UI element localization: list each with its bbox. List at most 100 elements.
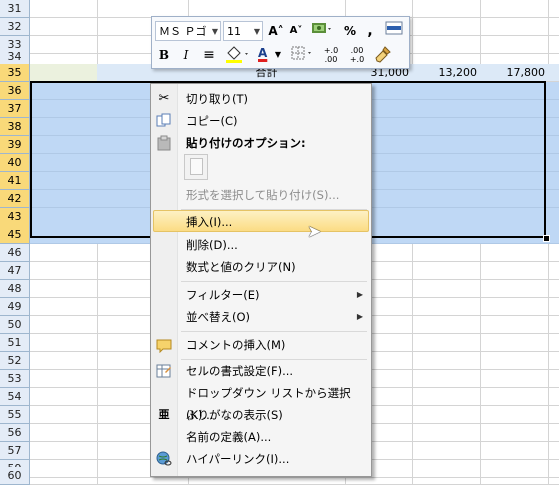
menu-item-cut[interactable]: ✂ 切り取り(T) — [153, 88, 369, 110]
menu-separator — [181, 281, 367, 282]
row-header[interactable]: 47 — [0, 262, 30, 280]
menu-item-paste-options-header: 貼り付けのオプション: — [153, 132, 369, 154]
row-header[interactable]: 50 — [0, 316, 30, 334]
menu-item-label: セルの書式設定(F)... — [186, 364, 294, 378]
context-menu: ✂ 切り取り(T) コピー(C) 貼り付けのオプション: 形式を選択して貼り付け… — [150, 83, 372, 477]
merge-center-icon — [385, 21, 403, 35]
menu-item-label: フィルター(E) — [186, 288, 260, 302]
fill-handle[interactable] — [543, 235, 550, 242]
row-header[interactable]: 40 — [0, 154, 30, 172]
row-header[interactable]: 45 — [0, 226, 30, 244]
submenu-arrow-icon: ▶ — [356, 312, 363, 321]
menu-item-label: 挿入(I)... — [186, 215, 233, 229]
font-color-button[interactable]: A ▼ — [255, 45, 283, 65]
chevron-down-icon: ▼ — [274, 50, 281, 59]
menu-item-paste-special[interactable]: 形式を選択して貼り付け(S)... — [153, 184, 369, 206]
mini-toolbar: ＭＳ Ｐゴ ▼ 11 ▼ A˄ A˅ % , B I ≡ A ▼ +.0 .00 .… — [151, 16, 410, 69]
comma-button[interactable]: , — [361, 21, 379, 41]
phonetic-icon: 亜 — [158, 408, 170, 421]
row-header[interactable]: 31 — [0, 0, 30, 18]
decrease-decimal-button[interactable]: .00 +.0 — [345, 45, 369, 66]
currency-format-icon — [312, 23, 331, 33]
borders-button[interactable] — [289, 45, 315, 65]
row-header[interactable]: 46 — [0, 244, 30, 262]
clipboard-icon — [156, 135, 172, 151]
row-header[interactable]: 39 — [0, 136, 30, 154]
row-header[interactable]: 41 — [0, 172, 30, 190]
chevron-down-icon: ▼ — [211, 27, 218, 36]
menu-separator — [181, 331, 367, 332]
percent-button[interactable]: % — [341, 21, 359, 41]
scissors-icon: ✂ — [158, 91, 170, 106]
menu-item-copy[interactable]: コピー(C) — [153, 110, 369, 132]
menu-item-format-cells[interactable]: セルの書式設定(F)... — [153, 360, 369, 382]
shrink-font-button[interactable]: A˅ — [287, 21, 305, 41]
align-center-button[interactable]: ≡ — [197, 45, 221, 65]
submenu-arrow-icon: ▶ — [356, 290, 363, 299]
cell[interactable] — [30, 64, 97, 81]
increase-decimal-button[interactable]: +.0 .00 — [319, 45, 343, 66]
menu-item-sort[interactable]: 並べ替え(O) ▶ — [153, 306, 369, 328]
row-header[interactable]: 37 — [0, 100, 30, 118]
format-cells-icon — [156, 363, 172, 379]
italic-button[interactable]: I — [177, 45, 195, 65]
chevron-down-icon: ▼ — [253, 27, 260, 36]
menu-item-insert-comment[interactable]: コメントの挿入(M) — [153, 334, 369, 356]
menu-item-show-phonetic[interactable]: 亜 ふりがなの表示(S) — [153, 404, 369, 426]
menu-item-label: 形式を選択して貼り付け(S)... — [186, 188, 340, 202]
menu-item-label: 貼り付けのオプション: — [186, 136, 306, 150]
menu-item-label: コピー(C) — [186, 114, 238, 128]
font-color-letter: A — [258, 46, 268, 60]
row-header[interactable]: 52 — [0, 352, 30, 370]
menu-item-pick-from-list[interactable]: ドロップダウン リストから選択(K)... — [153, 382, 369, 422]
menu-item-define-name[interactable]: 名前の定義(A)... — [153, 426, 369, 448]
borders-icon — [291, 46, 311, 60]
font-size-dropdown[interactable]: 11 ▼ — [223, 21, 263, 41]
menu-item-label: 名前の定義(A)... — [186, 430, 272, 444]
globe-link-icon — [156, 451, 172, 467]
paint-bucket-icon — [226, 46, 248, 63]
row-header[interactable]: 57 — [0, 442, 30, 460]
font-size-value: 11 — [227, 25, 241, 38]
menu-item-label: 切り取り(T) — [186, 92, 248, 106]
menu-item-label: ハイパーリンク(I)... — [186, 452, 290, 466]
menu-item-label: 数式と値のクリア(N) — [186, 260, 296, 274]
menu-item-clear-contents[interactable]: 数式と値のクリア(N) — [153, 256, 369, 278]
value-cell[interactable]: 13,200 — [412, 64, 480, 81]
row-header[interactable]: 55 — [0, 406, 30, 424]
menu-item-insert[interactable]: 挿入(I)... — [153, 210, 369, 232]
fill-color-button[interactable] — [223, 45, 251, 65]
menu-item-label: ふりがなの表示(S) — [186, 408, 283, 422]
row-header[interactable]: 48 — [0, 280, 30, 298]
menu-item-filter[interactable]: フィルター(E) ▶ — [153, 284, 369, 306]
menu-item-label: コメントの挿入(M) — [186, 338, 286, 352]
grow-font-button[interactable]: A˄ — [267, 21, 285, 41]
value-cell[interactable]: 17,800 — [480, 64, 548, 81]
paste-clipboard-icon — [190, 158, 203, 175]
number-format-button[interactable] — [309, 21, 335, 41]
row-header[interactable]: 38 — [0, 118, 30, 136]
row-header[interactable]: 49 — [0, 298, 30, 316]
copy-icon — [156, 113, 172, 129]
row-header[interactable]: 32 — [0, 18, 30, 36]
menu-item-hyperlink[interactable]: ハイパーリンク(I)... — [153, 448, 369, 470]
row-header[interactable]: 54 — [0, 388, 30, 406]
bold-button[interactable]: B — [155, 45, 173, 65]
font-name-dropdown[interactable]: ＭＳ Ｐゴ ▼ — [155, 21, 221, 41]
format-painter-icon — [375, 46, 391, 63]
menu-item-label: 並べ替え(O) — [186, 310, 251, 324]
row-header[interactable]: 51 — [0, 334, 30, 352]
font-name-value: ＭＳ Ｐゴ — [159, 25, 207, 38]
row-header[interactable]: 35 — [0, 64, 30, 82]
row-header[interactable]: 56 — [0, 424, 30, 442]
menu-item-label: 削除(D)... — [186, 238, 238, 252]
mouse-pointer-icon: ➤ — [307, 222, 322, 242]
merge-cells-button[interactable] — [383, 21, 405, 41]
row-header[interactable]: 36 — [0, 82, 30, 100]
menu-item-delete[interactable]: 削除(D)... — [153, 234, 369, 256]
format-painter-button[interactable] — [373, 45, 395, 65]
row-header[interactable]: 42 — [0, 190, 30, 208]
row-header[interactable]: 60 — [0, 467, 30, 485]
row-header[interactable]: 53 — [0, 370, 30, 388]
paste-option-button[interactable] — [184, 154, 208, 180]
